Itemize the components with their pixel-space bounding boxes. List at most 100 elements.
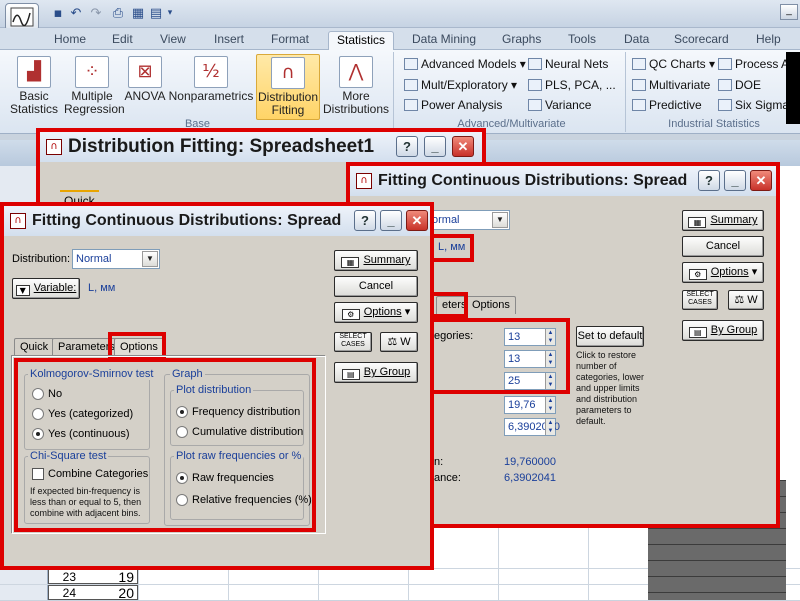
minimize-button[interactable]: _: [380, 210, 402, 231]
cell-value: 20: [118, 585, 134, 601]
tab-graphs[interactable]: Graphs: [494, 31, 549, 50]
categories-input[interactable]: 13 ▲ ▼: [504, 328, 556, 346]
qc-charts-button[interactable]: QC Charts ▾: [632, 55, 715, 73]
print-icon[interactable]: ⎙: [110, 5, 126, 21]
tab-insert[interactable]: Insert: [206, 31, 252, 50]
plot-raw-title: Plot raw frequencies or %: [174, 450, 304, 462]
field-value: 13: [508, 331, 521, 343]
cancel-button[interactable]: Cancel: [334, 276, 418, 297]
multivariate-button[interactable]: Multivariate: [632, 76, 710, 94]
upper-limit-input[interactable]: 25 ▲ ▼: [504, 372, 556, 390]
stat-value: 6,3902041: [504, 472, 556, 484]
ks-continuous-radio[interactable]: [32, 428, 44, 440]
frequency-distribution-radio[interactable]: [176, 406, 188, 418]
select-cases-button[interactable]: SELECT CASES: [682, 290, 718, 310]
spin-arrows-icon[interactable]: ▲ ▼: [545, 351, 555, 367]
close-button[interactable]: ✕: [452, 136, 474, 157]
summary-button[interactable]: ▦ Summary: [334, 250, 418, 271]
ks-categorized-radio[interactable]: [32, 408, 44, 420]
weight-button[interactable]: ⚖ W: [728, 290, 764, 310]
power-analysis-button[interactable]: Power Analysis: [404, 96, 502, 114]
tab-edit[interactable]: Edit: [104, 31, 141, 50]
tab-help[interactable]: Help: [748, 31, 789, 50]
predictive-button[interactable]: Predictive: [632, 96, 702, 114]
by-group-button[interactable]: ▤ By Group: [334, 362, 418, 383]
fitting-distributions-dialog: Fitting Continuous Distributions: Spread…: [0, 202, 434, 570]
tab-tools[interactable]: Tools: [560, 31, 604, 50]
variance-button[interactable]: Variance: [528, 96, 591, 114]
options-button[interactable]: ⚙ Options ▾: [334, 302, 418, 323]
redo-icon[interactable]: ↷: [88, 5, 104, 21]
button-label: Nonparametrics: [168, 89, 254, 103]
close-button[interactable]: ✕: [406, 210, 428, 231]
tab-view[interactable]: View: [152, 31, 194, 50]
spin-arrows-icon[interactable]: ▲ ▼: [545, 329, 555, 345]
variance-input[interactable]: 6,3902040 ▲ ▼: [504, 418, 560, 436]
select-cases-button[interactable]: SELECT CASES: [334, 332, 372, 352]
button-label: ANOVA: [124, 89, 166, 103]
tab-quick[interactable]: Quick: [14, 338, 55, 356]
help-button[interactable]: ?: [354, 210, 376, 231]
set-to-default-button[interactable]: Set to default: [576, 326, 644, 347]
undo-icon[interactable]: ↶: [68, 5, 84, 21]
process-analysis-button[interactable]: Process A: [718, 55, 789, 73]
row-number: 23: [62, 570, 76, 584]
tab-scorecard[interactable]: Scorecard: [666, 31, 737, 50]
ks-no-radio[interactable]: [32, 388, 44, 400]
anova-button[interactable]: ⊠ ANOVA: [122, 54, 168, 120]
options-button[interactable]: ⚙ Options ▾: [682, 262, 764, 283]
distribution-fitting-button[interactable]: ∩ Distribution Fitting: [256, 54, 320, 120]
variable-button[interactable]: ▼ Variable:: [12, 278, 80, 299]
minimize-button[interactable]: _: [424, 136, 446, 157]
spin-arrows-icon[interactable]: ▲ ▼: [545, 419, 555, 435]
raw-frequencies-radio[interactable]: [176, 472, 188, 484]
distribution-select[interactable]: Normal ▼: [72, 249, 160, 269]
weight-button[interactable]: ⚖ W: [380, 332, 418, 352]
summary-icon: ▦: [688, 217, 707, 228]
tab-data[interactable]: Data: [616, 31, 657, 50]
lower-limit-input[interactable]: 13 ▲ ▼: [504, 350, 556, 368]
chi-square-title: Chi-Square test: [28, 450, 109, 462]
button-label: Six Sigma: [735, 98, 790, 112]
print-preview-icon[interactable]: ▦: [130, 5, 146, 21]
neural-nets-button[interactable]: Neural Nets: [528, 55, 608, 73]
tab-data-mining[interactable]: Data Mining: [404, 31, 484, 50]
six-sigma-button[interactable]: Six Sigma: [718, 96, 789, 114]
doe-button[interactable]: DOE: [718, 76, 761, 94]
basic-statistics-button[interactable]: ▟ Basic Statistics: [6, 54, 62, 120]
nonparametrics-button[interactable]: ½ Nonparametrics: [168, 54, 254, 120]
mult-exploratory-button[interactable]: Mult/Exploratory ▾: [404, 76, 517, 94]
tab-options[interactable]: Options: [466, 296, 516, 314]
cancel-button[interactable]: Cancel: [682, 236, 764, 257]
more-distributions-button[interactable]: ⋀ More Distributions: [322, 54, 390, 120]
minimize-app-icon[interactable]: _: [780, 4, 798, 20]
tab-format[interactable]: Format: [263, 31, 317, 50]
button-label: W: [400, 336, 411, 348]
advanced-models-button[interactable]: Advanced Models ▾: [404, 55, 526, 73]
tab-statistics[interactable]: Statistics: [328, 31, 395, 50]
dialog-app-icon: ∩: [10, 213, 26, 229]
spin-arrows-icon[interactable]: ▲ ▼: [545, 397, 555, 413]
minimize-button[interactable]: _: [724, 170, 746, 191]
customize-qat-icon[interactable]: ▾: [162, 5, 178, 21]
help-button[interactable]: ?: [396, 136, 418, 157]
combine-categories-checkbox[interactable]: [32, 468, 44, 480]
basic-statistics-icon: ▟: [17, 56, 51, 88]
by-group-button[interactable]: ▤ By Group: [682, 320, 764, 341]
save-icon[interactable]: ▪: [50, 5, 66, 21]
help-button[interactable]: ?: [698, 170, 720, 191]
app-menu-button[interactable]: [5, 3, 39, 31]
mean-input[interactable]: 19,76 ▲ ▼: [504, 396, 556, 414]
multiple-regression-button[interactable]: ⁘ Multiple Regression: [64, 54, 125, 120]
cumulative-distribution-radio[interactable]: [176, 426, 188, 438]
radio-label: Relative frequencies (%): [192, 494, 312, 506]
spin-arrows-icon[interactable]: ▲ ▼: [545, 373, 555, 389]
pls-pca-button[interactable]: PLS, PCA, ...: [528, 76, 616, 94]
close-button[interactable]: ✕: [750, 170, 772, 191]
relative-frequencies-radio[interactable]: [176, 494, 188, 506]
button-label: Neural Nets: [545, 57, 609, 71]
button-label: More Distributions: [322, 89, 390, 116]
tab-home[interactable]: Home: [46, 31, 94, 50]
distribution-select[interactable]: ormal ▼: [428, 210, 510, 230]
summary-button[interactable]: ▦ Summary: [682, 210, 764, 231]
